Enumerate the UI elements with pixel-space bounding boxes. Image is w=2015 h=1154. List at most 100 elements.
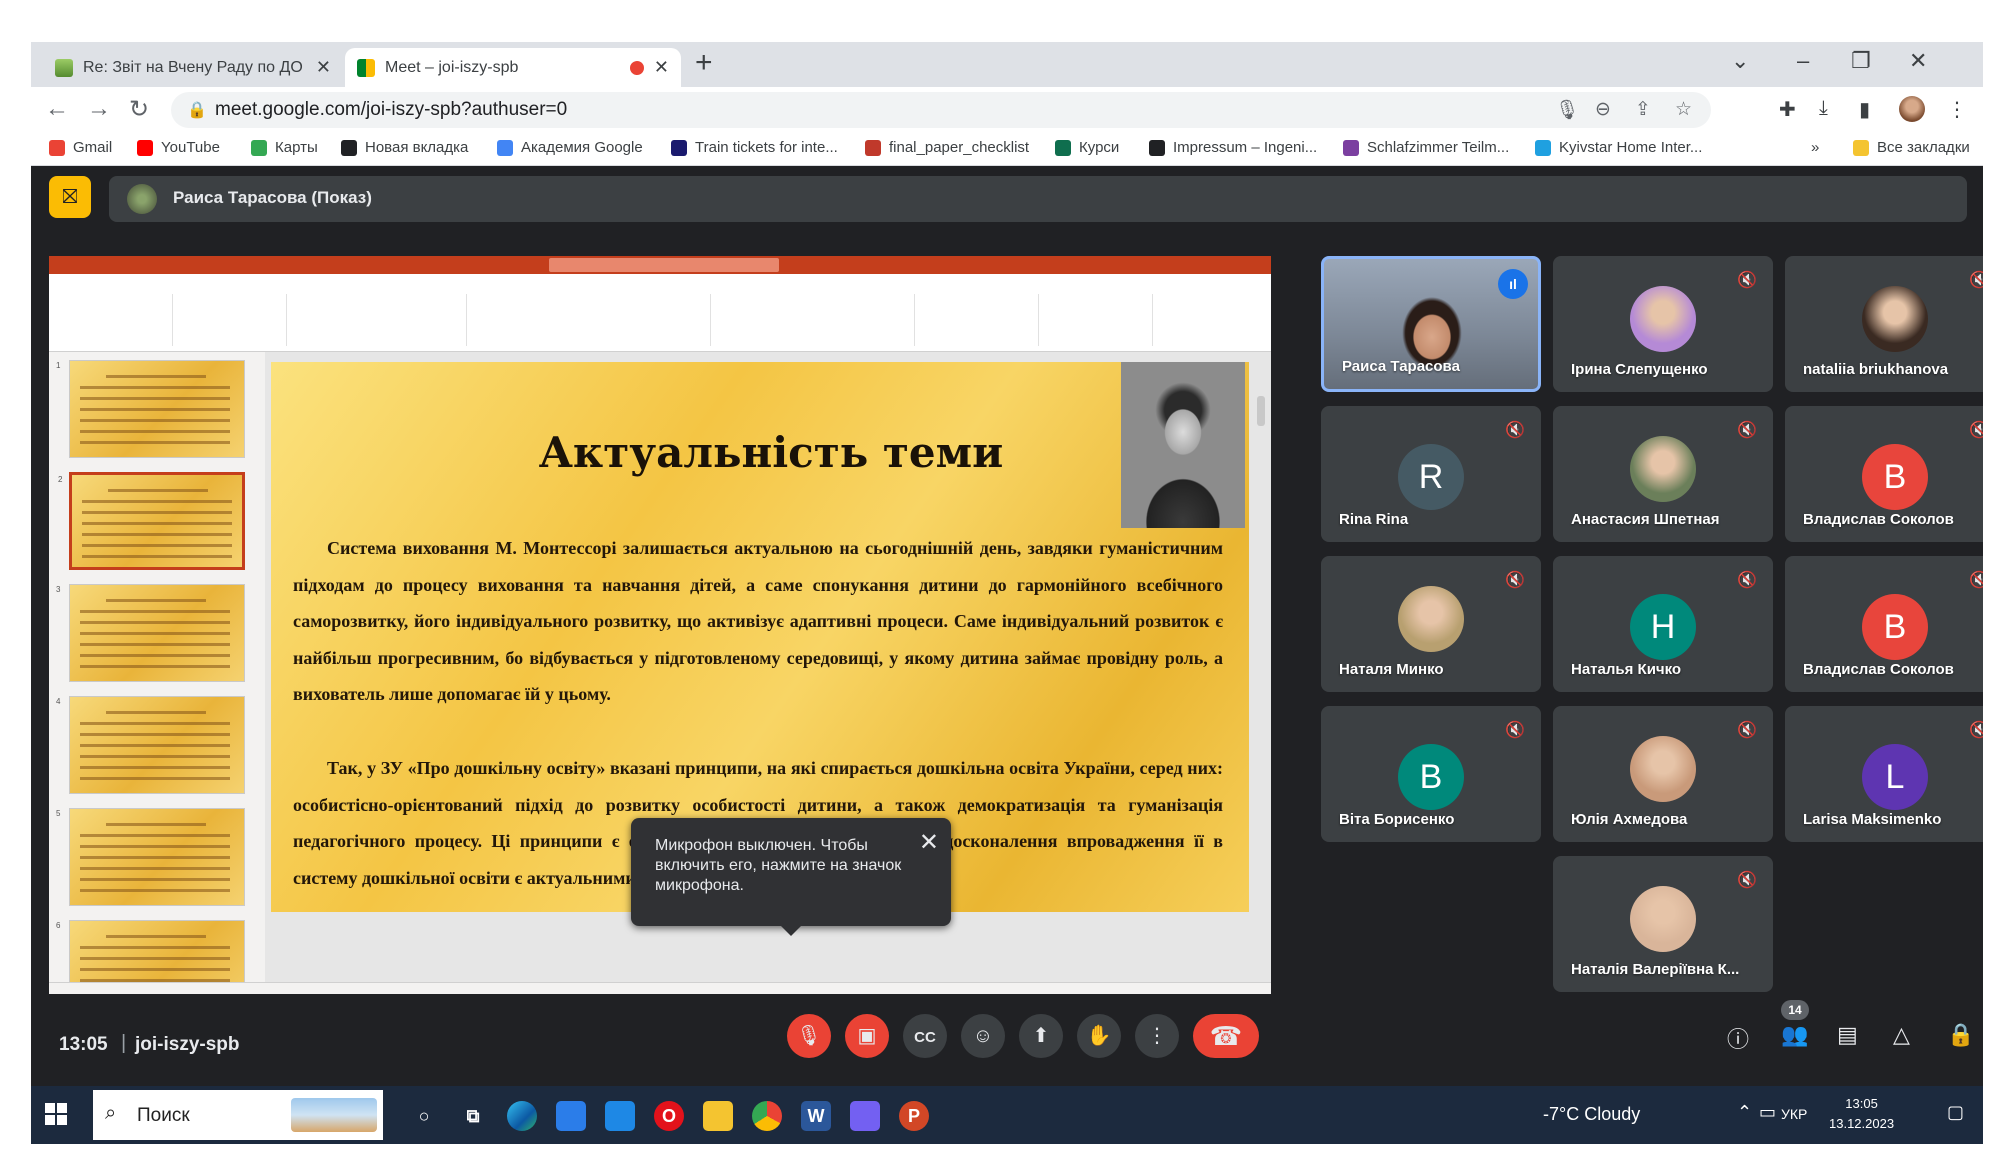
- browser-toolbar: ← → ↻ 🔒 meet.google.com/joi-iszy-spb?aut…: [31, 87, 1983, 132]
- bookmark-star-icon[interactable]: ☆: [1675, 98, 1692, 121]
- participant-tile[interactable]: 🔇 B Віта Борисенко: [1321, 706, 1541, 842]
- close-icon[interactable]: ✕: [919, 828, 939, 857]
- windows-start-icon[interactable]: [45, 1103, 67, 1125]
- slide-thumbnail[interactable]: 6: [56, 920, 245, 982]
- activities-icon[interactable]: △: [1893, 1022, 1910, 1048]
- bookmarks-overflow[interactable]: »: [1811, 139, 1819, 156]
- raise-hand-button[interactable]: ✋: [1077, 1014, 1121, 1058]
- cortana-icon[interactable]: ○: [409, 1101, 439, 1131]
- meeting-info-icon[interactable]: ⓘ: [1727, 1022, 1749, 1054]
- camera-toggle-button[interactable]: ▣: [845, 1014, 889, 1058]
- reload-icon[interactable]: ↻: [129, 95, 149, 124]
- bookmark-courses[interactable]: Курси: [1055, 139, 1119, 156]
- profile-avatar[interactable]: [1899, 96, 1925, 122]
- notifications-icon[interactable]: ▢: [1947, 1102, 1964, 1123]
- opera-icon[interactable]: O: [654, 1101, 684, 1131]
- bookmark-maps[interactable]: Карты: [251, 139, 318, 156]
- side-panel-icon[interactable]: ▮: [1859, 97, 1870, 122]
- microphone-icon[interactable]: 🎙: [1555, 98, 1579, 122]
- explorer-icon[interactable]: [703, 1101, 733, 1131]
- participant-tile[interactable]: 🔇 Наталя Минко: [1321, 556, 1541, 692]
- bookmark-final-paper[interactable]: final_paper_checklist: [865, 139, 1029, 156]
- language-indicator[interactable]: УКР: [1781, 1106, 1807, 1122]
- zoom-icon[interactable]: ⊖: [1595, 98, 1611, 121]
- viber-icon[interactable]: [850, 1101, 880, 1131]
- word-icon[interactable]: W: [801, 1101, 831, 1131]
- chrome-icon[interactable]: [752, 1101, 782, 1131]
- tab-meet[interactable]: Meet – joi-iszy-spb ✕: [345, 48, 681, 87]
- present-button[interactable]: ⬆: [1019, 1014, 1063, 1058]
- thumbnail-line: [80, 867, 230, 870]
- forward-icon[interactable]: →: [87, 95, 111, 123]
- weather-widget[interactable]: -7°C Cloudy: [1543, 1104, 1640, 1125]
- presentation-icon[interactable]: ⛝: [49, 176, 91, 218]
- leave-call-button[interactable]: ☎: [1193, 1014, 1259, 1058]
- bookmark-google-academy[interactable]: Академия Google: [497, 139, 643, 156]
- close-window-icon[interactable]: ✕: [1909, 48, 1927, 74]
- icl-icon: [865, 139, 881, 156]
- hang-up-icon: ☎: [1209, 1021, 1243, 1051]
- close-tab-icon[interactable]: ✕: [654, 57, 669, 78]
- participant-tile[interactable]: 🔇 H Наталья Кичко: [1553, 556, 1773, 692]
- mail-icon: [55, 58, 73, 77]
- clock[interactable]: 13:05 13.12.2023: [1829, 1094, 1894, 1134]
- captions-button[interactable]: CC: [903, 1014, 947, 1058]
- slide-thumbnail[interactable]: 1: [56, 360, 245, 458]
- bookmark-gmail[interactable]: Gmail: [49, 139, 112, 156]
- participant-tile[interactable]: 🔇 Ірина Слепущенко: [1553, 256, 1773, 392]
- url-text[interactable]: meet.google.com/joi-iszy-spb?authuser=0: [215, 99, 567, 121]
- powerpoint-icon[interactable]: P: [899, 1101, 929, 1131]
- download-icon[interactable]: ⤓: [1819, 97, 1828, 120]
- bookmark-impressum[interactable]: Impressum – Ingeni...: [1149, 139, 1317, 156]
- participant-tile[interactable]: ıl Раиса Тарасова: [1321, 256, 1541, 392]
- battery-icon[interactable]: ▭: [1759, 1102, 1776, 1123]
- avatar: B: [1862, 594, 1928, 660]
- bookmark-train-tickets[interactable]: Train tickets for inte...: [671, 139, 838, 156]
- participant-tile[interactable]: 🔇 Юлія Ахмедова: [1553, 706, 1773, 842]
- participant-tile[interactable]: 🔇 nataliia briukhanova: [1785, 256, 1983, 392]
- mic-toggle-button[interactable]: 🎙: [787, 1014, 831, 1058]
- more-options-button[interactable]: ⋮: [1135, 1014, 1179, 1058]
- slide-thumbnail[interactable]: 3: [56, 584, 245, 682]
- all-bookmarks[interactable]: Все закладки: [1853, 139, 1970, 156]
- address-bar[interactable]: 🔒 meet.google.com/joi-iszy-spb?authuser=…: [171, 92, 1711, 128]
- minimize-icon[interactable]: –: [1797, 48, 1809, 74]
- tab-mail[interactable]: Re: Звіт на Вчену Раду по ДО - ✕: [43, 48, 343, 87]
- bookmark-schlafzimmer[interactable]: Schlafzimmer Teilm...: [1343, 139, 1509, 156]
- slide-thumbnail[interactable]: 2: [58, 472, 245, 570]
- avatar: [1398, 586, 1464, 652]
- taskbar-search[interactable]: ⌕ Поиск: [93, 1090, 383, 1140]
- mail-icon[interactable]: [605, 1101, 635, 1131]
- slide-thumbnail[interactable]: 5: [56, 808, 245, 906]
- restore-icon[interactable]: ❐: [1851, 48, 1871, 74]
- thumbnail-line: [80, 889, 230, 892]
- host-controls-icon[interactable]: 🔒: [1947, 1022, 1974, 1048]
- slide-thumbnail[interactable]: 4: [56, 696, 245, 794]
- lock-icon[interactable]: 🔒: [187, 100, 207, 120]
- participant-tile[interactable]: 🔇 Анастасия Шпетная: [1553, 406, 1773, 542]
- participant-tile[interactable]: 🔇 B Владислав Соколов: [1785, 406, 1983, 542]
- store-icon[interactable]: [556, 1101, 586, 1131]
- menu-icon[interactable]: ⋮: [1947, 97, 1967, 122]
- bookmark-youtube[interactable]: YouTube: [137, 139, 220, 156]
- chat-icon[interactable]: ▤: [1837, 1022, 1858, 1048]
- extensions-icon[interactable]: ✚: [1779, 97, 1796, 122]
- task-view-icon[interactable]: ⧉: [458, 1101, 488, 1131]
- bookmark-kyivstar[interactable]: Kyivstar Home Inter...: [1535, 139, 1702, 156]
- mic-muted-icon: 🔇: [1505, 572, 1525, 589]
- new-tab-icon[interactable]: +: [695, 46, 713, 80]
- share-icon[interactable]: ⇪: [1635, 98, 1651, 121]
- participant-tile[interactable]: 🔇 R Rina Rina: [1321, 406, 1541, 542]
- reactions-button[interactable]: ☺: [961, 1014, 1005, 1058]
- tab-search-icon[interactable]: ⌄: [1731, 48, 1749, 74]
- people-icon[interactable]: 👥: [1781, 1022, 1808, 1048]
- tray-chevron-icon[interactable]: ⌃: [1737, 1102, 1752, 1123]
- thumbnail-line: [80, 722, 230, 725]
- back-icon[interactable]: ←: [45, 95, 69, 123]
- participant-tile[interactable]: 🔇 L Larisa Maksimenko: [1785, 706, 1983, 842]
- close-tab-icon[interactable]: ✕: [316, 57, 331, 78]
- participant-tile[interactable]: 🔇 B Владислав Соколов: [1785, 556, 1983, 692]
- bookmark-new-tab[interactable]: Новая вкладка: [341, 139, 468, 156]
- participant-tile[interactable]: 🔇 Наталія Валеріївна К...: [1553, 856, 1773, 992]
- edge-icon[interactable]: [507, 1101, 537, 1131]
